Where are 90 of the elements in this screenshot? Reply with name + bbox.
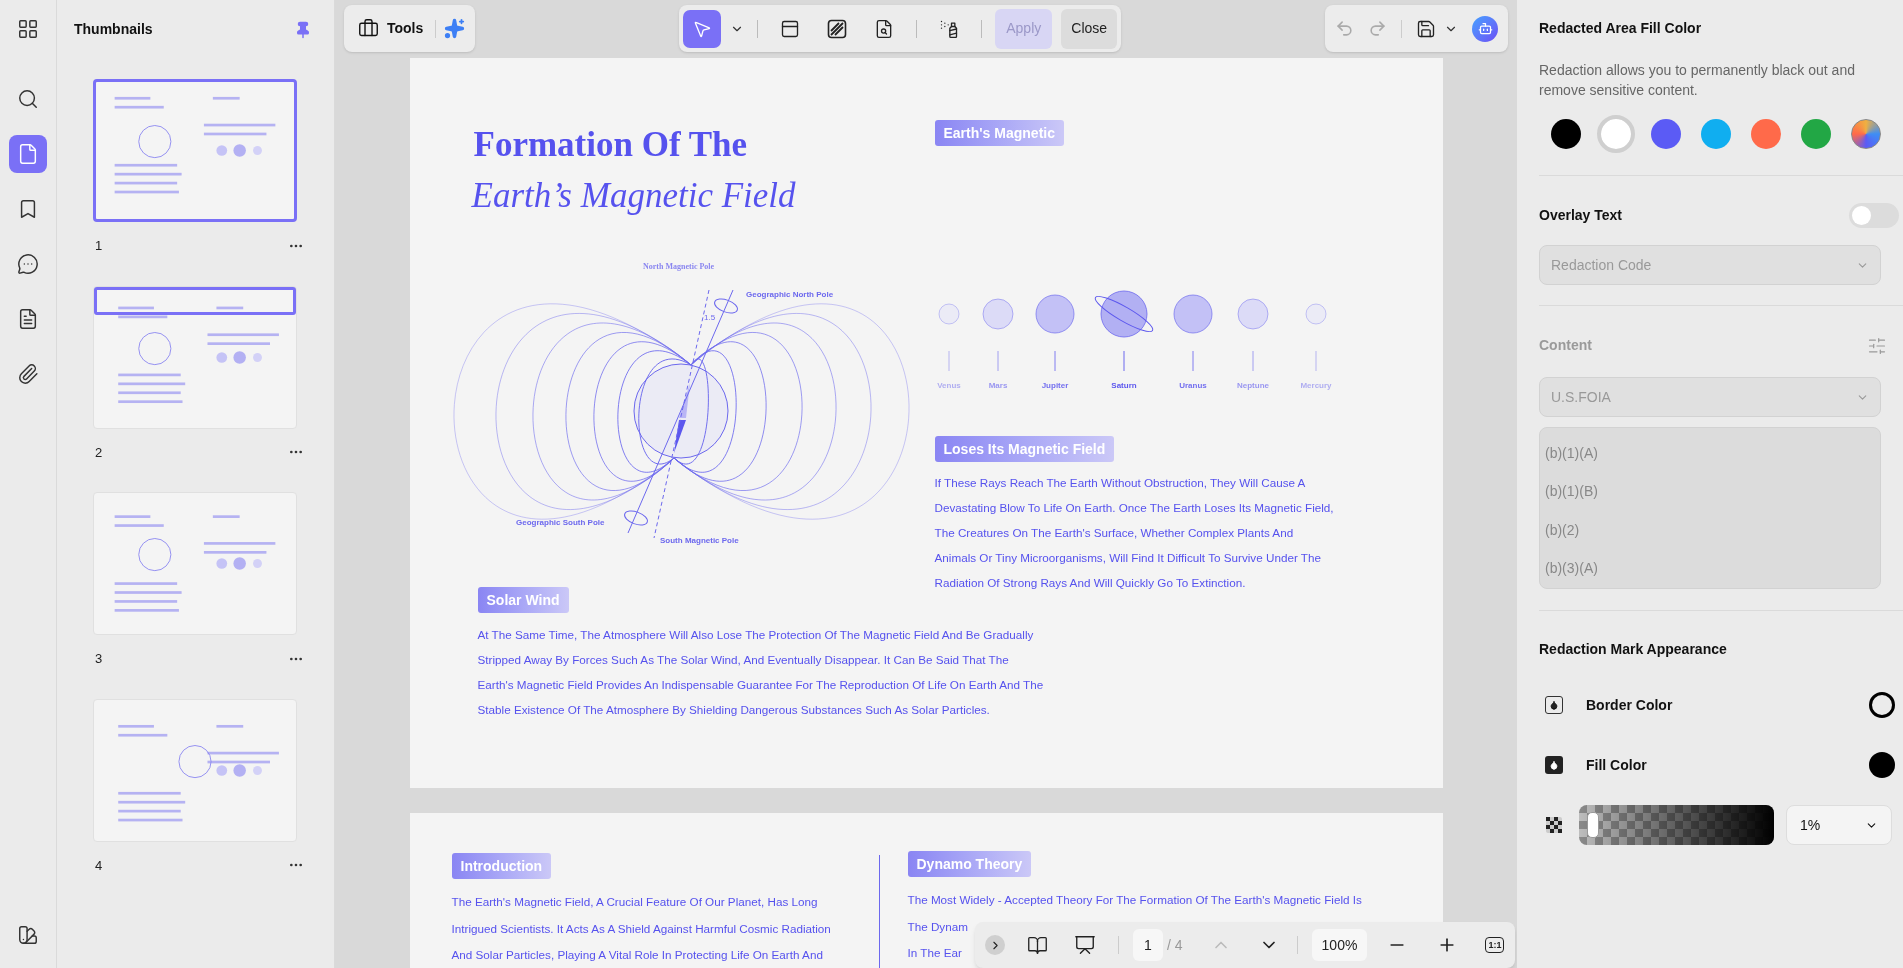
planet-drawing xyxy=(1305,303,1326,325)
planet-drawing xyxy=(1173,294,1212,334)
expand-button[interactable] xyxy=(985,935,1005,955)
body-text-line: The Most Widely - Accepted Theory For The Formation Of The Earth's Magnetic Field Is xyxy=(907,892,1362,908)
border-color-label: Border Color xyxy=(1586,695,1674,715)
color-swatch[interactable] xyxy=(1751,119,1781,149)
planet-label: Jupiter xyxy=(1041,381,1068,390)
slider-thumb[interactable] xyxy=(1586,812,1599,838)
comment-icon xyxy=(17,253,39,275)
border-color-swatch[interactable] xyxy=(1869,692,1895,718)
planet-drawing xyxy=(1035,294,1074,334)
fill-color-icon xyxy=(1545,756,1563,774)
body-paragraph: The Earth's Magnetic Field, A Crucial Feature Of Our Planet, Has Long Intrigued Scientists. It Acts As A Shield Against Harmful Cosmic Radiation And Solar Particles, Playing A Vital Role In Protecting Life On Earth And xyxy=(451,894,832,963)
border-color-icon xyxy=(1545,696,1563,714)
section-title: Content xyxy=(1539,336,1592,355)
diagram-label: Geographic South Pole xyxy=(515,518,604,527)
page-number: 2 xyxy=(94,443,103,462)
sparkle-icon[interactable] xyxy=(444,18,466,39)
section-title: Redacted Area Fill Color xyxy=(1539,19,1703,37)
planet-label: Uranus xyxy=(1178,381,1207,390)
fill-color-swatch[interactable] xyxy=(1869,752,1895,778)
swatch-icon xyxy=(17,924,39,946)
section-tag: Solar Wind xyxy=(477,587,569,613)
overlay-toggle[interactable] xyxy=(1849,203,1899,228)
color-swatch[interactable] xyxy=(1801,119,1831,149)
robot-icon xyxy=(1477,21,1493,36)
planet-label: Venus xyxy=(936,381,961,390)
body-paragraph: At The Same Time, The Atmosphere Will Also Lose The Protection Of The Magnetic Field And Be Gradually Stripped Away By Forces Such As The Solar Wind, And Eventually Disappear. It Can Be Said That The Earth's Magnetic Field Provides An Indispensable Guarantee For The Reproduction Of Life On Earth And The Stable Existence Of The Atmosphere By Shielding Dangerous Substances Such As Solar Particles. xyxy=(477,627,1045,718)
page-number: 3 xyxy=(94,650,103,668)
color-picker-swatch[interactable] xyxy=(1851,119,1881,149)
spray-bottle-icon xyxy=(939,18,960,39)
color-swatch[interactable] xyxy=(1651,119,1681,149)
paperclip-icon xyxy=(17,363,39,385)
body-paragraph: If These Rays Reach The Earth Without Obstruction, They Will Cause A Devastating Blow To Life On Earth. Once The Earth Loses Its Magnetic Field, The Creatures On The Earth's Surface, Whether Complex Plants And Animals Or Tiny Microorganisms, Will Find It Difficult To Survive Under The Radiation Of Strong Rays And Will Quickly Go To Extinction. xyxy=(934,475,1335,591)
apps-icon xyxy=(17,18,39,40)
description-text: Redaction allows you to permanently black out and remove sensitive content. xyxy=(1539,61,1856,100)
page-subtitle: Earth’s Magnetic Field xyxy=(471,175,797,217)
section-title: Redaction Mark Appearance xyxy=(1539,640,1728,659)
color-swatch[interactable] xyxy=(1701,119,1731,149)
opacity-dropdown[interactable]: 1% xyxy=(1786,805,1892,845)
checkerboard-icon xyxy=(1546,817,1562,833)
text-box-icon xyxy=(780,18,801,39)
assistant-button[interactable] xyxy=(1472,15,1498,42)
code-list-item[interactable]: (b)(3)(A) xyxy=(1540,549,1880,588)
fill-color-label: Fill Color xyxy=(1586,755,1648,775)
section-title: Overlay Text xyxy=(1539,206,1622,225)
page-number: 4 xyxy=(94,856,103,875)
search-icon xyxy=(17,88,39,110)
reading-mode-icon[interactable] xyxy=(1027,934,1048,956)
section-tag: Dynamo Theory xyxy=(907,851,1032,877)
page-number: 1 xyxy=(94,237,103,255)
section-tag: Loses Its Magnetic Field xyxy=(934,436,1115,462)
color-swatch[interactable] xyxy=(1551,119,1581,149)
page-thumbnail[interactable] xyxy=(93,79,297,222)
actual-size-button[interactable]: 1:1 xyxy=(1485,937,1505,953)
page-title: Formation Of The xyxy=(473,124,748,166)
page-total: / 4 xyxy=(1167,935,1183,955)
toolbox-icon xyxy=(358,18,379,39)
code-list-item[interactable]: (b)(1)(A) xyxy=(1540,434,1880,473)
diagram-label: Geographic North Pole xyxy=(745,290,833,299)
pin-icon[interactable] xyxy=(294,20,312,39)
planet-label: Mercury xyxy=(1299,381,1332,390)
hatched-square-icon xyxy=(827,18,848,39)
section-tag: Introduction xyxy=(451,853,552,879)
section-tag: Earth's Magnetic xyxy=(934,120,1064,146)
planet-label: Saturn xyxy=(1110,381,1137,390)
page-icon xyxy=(17,143,39,165)
presentation-icon[interactable] xyxy=(1074,934,1096,956)
planet-drawing xyxy=(982,298,1013,330)
planet-drawing xyxy=(1237,298,1268,330)
diagram-label: North Magnetic Pole xyxy=(642,262,714,271)
planet-label: Mars xyxy=(988,381,1007,390)
planet-label: Neptune xyxy=(1236,381,1269,390)
planet-drawing xyxy=(938,303,959,325)
save-icon[interactable] xyxy=(1416,18,1436,39)
document-icon xyxy=(17,308,39,330)
page-number-field[interactable]: 1 xyxy=(1133,929,1163,961)
code-list-item[interactable]: (b)(2) xyxy=(1540,511,1880,550)
zoom-field[interactable]: 100% xyxy=(1311,929,1368,961)
body-text-line: In The Ear xyxy=(907,945,962,961)
body-text-line: The Dynam xyxy=(907,918,968,935)
close-button[interactable]: Close xyxy=(1061,8,1118,49)
planet-drawing xyxy=(1094,290,1153,338)
diagram-label: 1.5 xyxy=(703,313,715,322)
diagram-label: South Magnetic Pole xyxy=(659,536,739,545)
sliders-icon[interactable] xyxy=(1867,335,1887,356)
page-button[interactable] xyxy=(9,135,47,173)
code-list-item[interactable]: (b)(1)(B) xyxy=(1540,472,1880,511)
opacity-slider[interactable] xyxy=(1579,805,1774,845)
panel-title: Thumbnails xyxy=(74,20,153,39)
